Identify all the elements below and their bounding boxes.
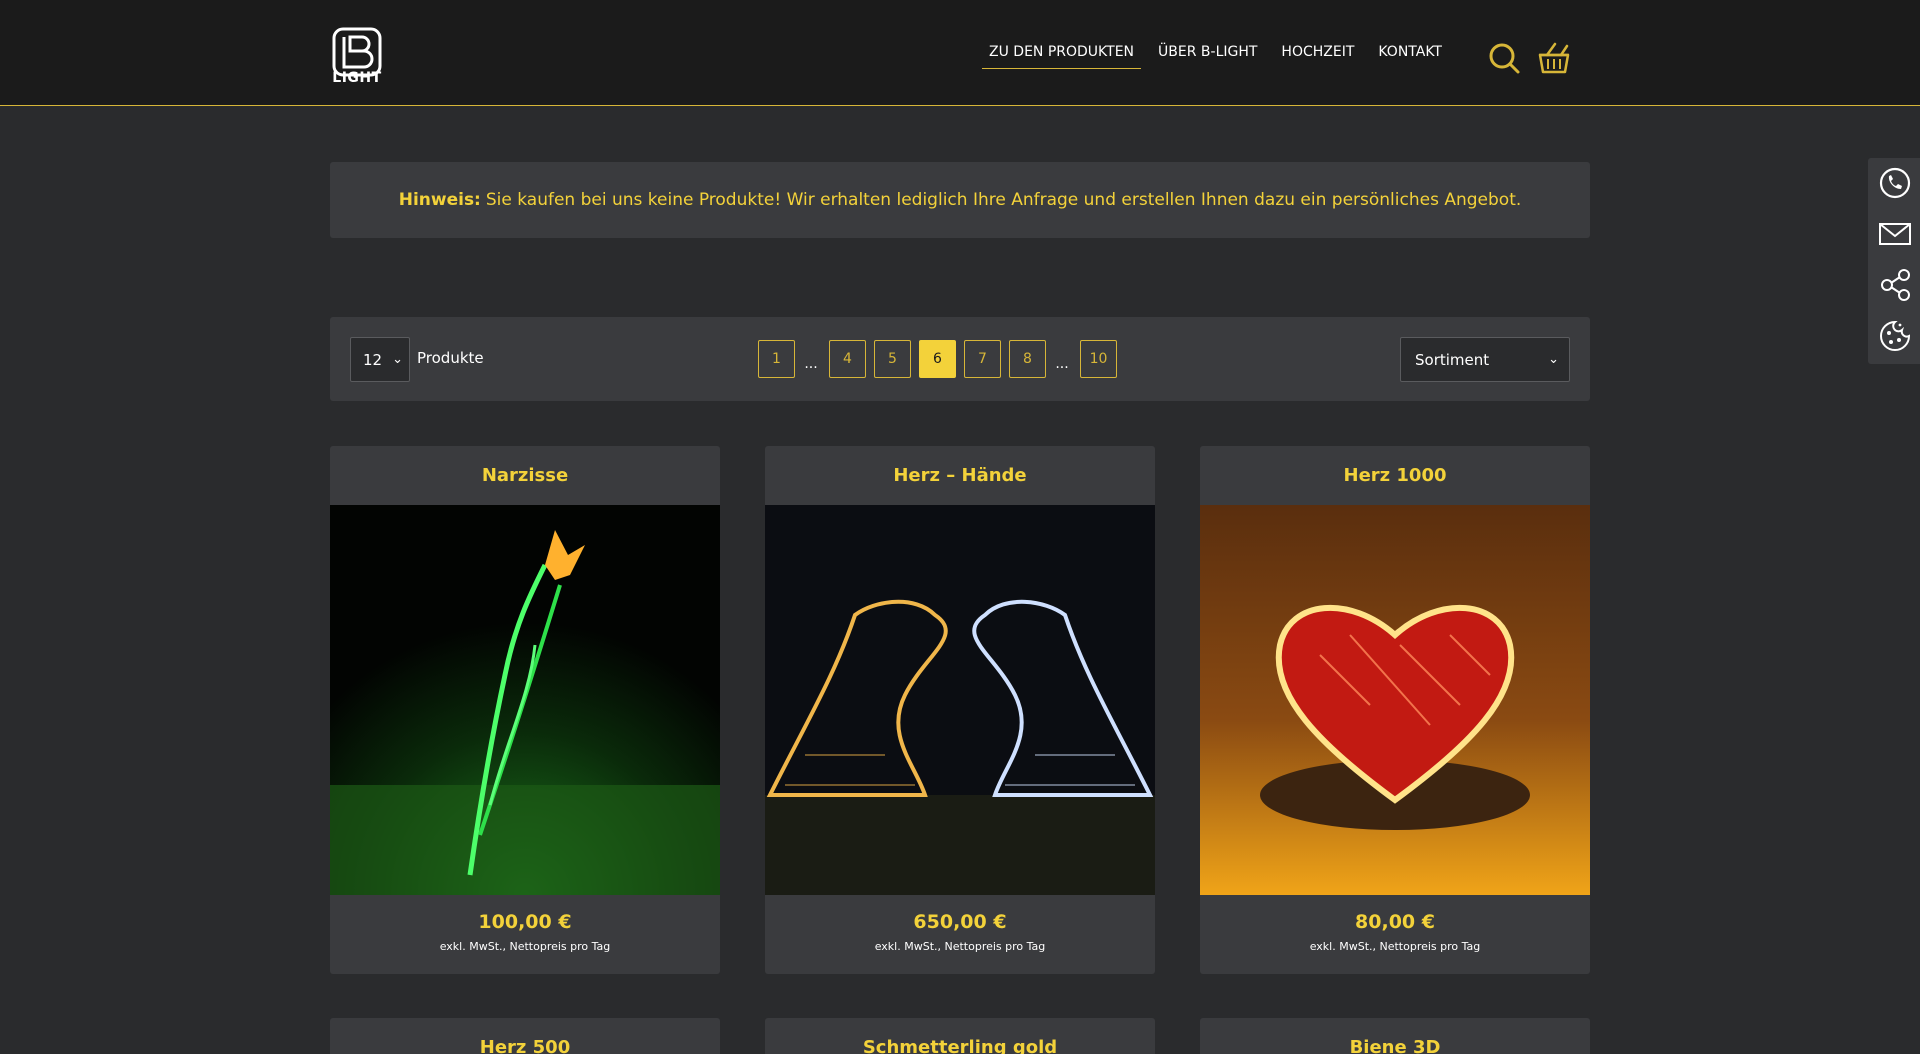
pagination: 1 ... 4 5 6 7 8 ... 10: [758, 340, 1125, 378]
notice-text: Sie kaufen bei uns keine Produkte! Wir e…: [485, 190, 1522, 210]
share-icon[interactable]: [1878, 268, 1912, 302]
page-button[interactable]: 1: [758, 340, 795, 378]
nav-hochzeit[interactable]: HOCHZEIT: [1274, 40, 1361, 69]
product-title[interactable]: Herz 1000: [1200, 446, 1590, 505]
nav-kontakt[interactable]: KONTAKT: [1371, 40, 1449, 69]
product-tax-note: exkl. MwSt., Nettopreis pro Tag: [1309, 940, 1481, 953]
product-card[interactable]: Biene 3D: [1200, 1018, 1590, 1054]
product-tax-note: exkl. MwSt., Nettopreis pro Tag: [874, 940, 1046, 953]
product-card[interactable]: Herz – Hände 650,00 € exkl. MwSt., Netto…: [765, 446, 1155, 974]
per-page-value: 12: [363, 350, 383, 369]
sort-value: Sortiment: [1415, 350, 1490, 369]
product-title[interactable]: Biene 3D: [1200, 1018, 1590, 1054]
page-button[interactable]: 10: [1080, 340, 1117, 378]
per-page-label: Produkte: [417, 349, 484, 367]
pagination-ellipsis: ...: [804, 356, 818, 372]
product-card[interactable]: Herz 1000 80,00 € exkl. MwSt., Nettoprei…: [1200, 446, 1590, 974]
page-button[interactable]: 8: [1009, 340, 1046, 378]
per-page-select[interactable]: 12 ⌄: [350, 337, 410, 382]
product-title[interactable]: Narzisse: [330, 446, 720, 505]
product-tax-note: exkl. MwSt., Nettopreis pro Tag: [439, 940, 611, 953]
nav-ueber-b-light[interactable]: ÜBER B-LIGHT: [1151, 40, 1264, 69]
side-contact-bar: [1868, 158, 1920, 364]
product-card[interactable]: Schmetterling gold: [765, 1018, 1155, 1054]
notice-banner: Hinweis: Sie kaufen bei uns keine Produk…: [330, 162, 1590, 238]
search-icon[interactable]: [1487, 41, 1521, 75]
product-card[interactable]: Narzisse 100,00 € exkl. MwSt., Nettoprei…: [330, 446, 720, 974]
product-image-narzisse[interactable]: [330, 505, 720, 895]
cookie-icon[interactable]: [1878, 319, 1912, 353]
page-button[interactable]: 7: [964, 340, 1001, 378]
site-header: LIGHT ZU DEN PRODUKTEN ÜBER B-LIGHT HOCH…: [0, 0, 1920, 106]
logo-text: LIGHT: [332, 70, 382, 86]
mail-icon[interactable]: [1878, 217, 1912, 251]
page-button[interactable]: 4: [829, 340, 866, 378]
product-title[interactable]: Herz – Hände: [765, 446, 1155, 505]
product-card[interactable]: Herz 500: [330, 1018, 720, 1054]
main-nav: ZU DEN PRODUKTEN ÜBER B-LIGHT HOCHZEIT K…: [982, 40, 1459, 69]
pagination-ellipsis: ...: [1055, 356, 1069, 372]
product-price: 650,00 €: [913, 911, 1007, 933]
notice-label: Hinweis:: [398, 190, 481, 210]
product-image-herz-1000[interactable]: [1200, 505, 1590, 895]
nav-zu-den-produkten[interactable]: ZU DEN PRODUKTEN: [982, 40, 1142, 69]
phone-icon[interactable]: [1878, 166, 1912, 200]
sort-select[interactable]: Sortiment ⌄: [1400, 337, 1570, 382]
product-price: 100,00 €: [478, 911, 572, 933]
page-button-current[interactable]: 6: [919, 340, 956, 378]
product-price: 80,00 €: [1355, 911, 1435, 933]
basket-icon[interactable]: [1537, 41, 1571, 75]
product-title[interactable]: Schmetterling gold: [765, 1018, 1155, 1054]
product-title[interactable]: Herz 500: [330, 1018, 720, 1054]
product-image-herz-haende[interactable]: [765, 505, 1155, 895]
chevron-down-icon: ⌄: [392, 352, 403, 367]
chevron-down-icon: ⌄: [1548, 352, 1559, 367]
page-button[interactable]: 5: [874, 340, 911, 378]
product-toolbar: 12 ⌄ Produkte 1 ... 4 5 6 7 8 ... 10 Sor…: [330, 317, 1590, 401]
